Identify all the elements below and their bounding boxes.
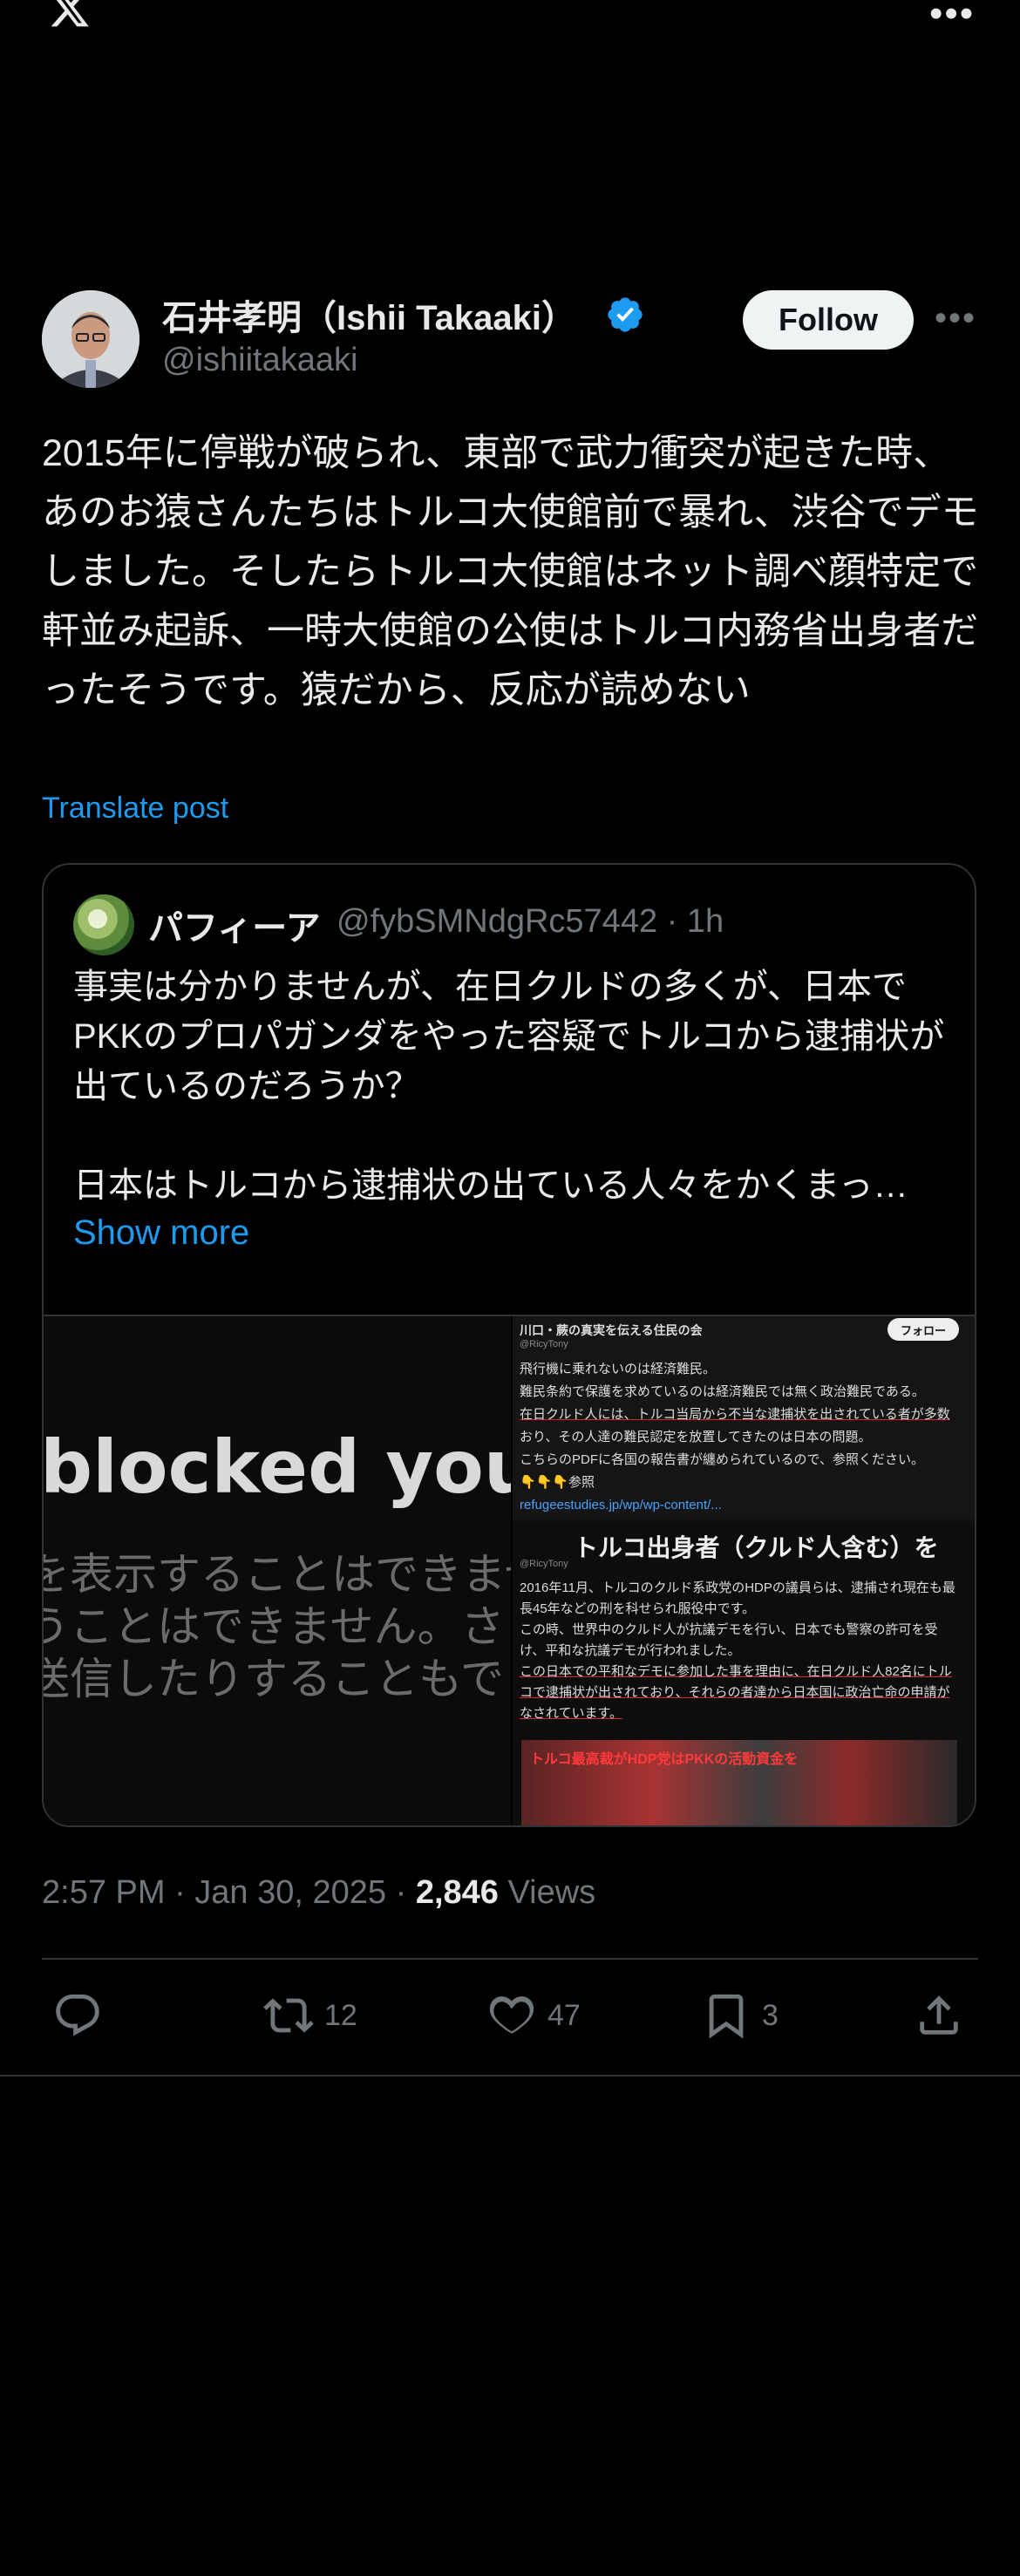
panel-line: 2016年11月、トルコのクルド系政党のHDPの議員らは、逮捕され現在も最 [520,1580,955,1595]
bookmark-icon [709,1994,744,2039]
reply-icon [56,1994,99,2036]
divider [0,2075,1020,2076]
bookmark-button[interactable]: 3 [701,1989,779,2042]
verified-badge-icon [608,297,643,332]
tweet-snapshot: 川口・蕨の真実を伝える住民の会 @RicyTony 飛行機に乗れないのは経済難民… [513,1316,975,1519]
author-handle[interactable]: @ishiitakaaki [162,342,357,379]
post-text: 2015年に停戦が破られ、東部で武力衝突が起きた時、あのお猿さんたちはトルコ大使… [42,432,979,711]
photo-caption: トルコ最高裁がHDP党はPKKの活動資金を [530,1752,799,1767]
quote-media[interactable]: blocked you を表示することはできませ うことはできません。さ 送信し… [44,1315,975,1825]
more-options-top-icon[interactable]: ••• [929,0,975,33]
panel-line: け、平和な抗議デモが行われました。 [520,1643,741,1658]
quote-avatar[interactable] [73,894,134,955]
snapshot-follow-button: フォロー [887,1318,959,1341]
snapshot-panel-handle: @RicyTony [520,1559,568,1569]
share-button[interactable] [914,1989,964,2042]
retweet-icon [263,1998,314,2033]
like-button[interactable]: 47 [486,1989,581,2042]
post-meta: 2:57 PM · Jan 30, 2025 · 2,846 Views [42,1874,595,1912]
views-label: Views [498,1874,596,1911]
panel-line: 長45年などの刑を科せられ服役中です。 [520,1601,756,1616]
heart-icon [489,1996,534,2034]
snapshot-link: refugeestudies.jp/wp/wp-content/... [520,1498,722,1512]
retweet-button[interactable]: 12 [263,1989,357,2042]
share-icon [920,1995,958,2035]
snapshot-panel-body: 2016年11月、トルコのクルド系政党のHDPの議員らは、逮捕され現在も最 長4… [520,1578,973,1724]
like-count: 47 [547,1998,581,2032]
retweet-count: 12 [324,1998,357,2032]
divider [42,1958,978,1960]
panel-line: なされています。 [520,1706,623,1721]
tweet-screenshot-image[interactable]: 川口・蕨の真実を伝える住民の会 @RicyTony 飛行機に乗れないのは経済難民… [513,1316,975,1825]
bookmark-count: 3 [762,1998,779,2032]
snapshot-panel-title: トルコ出身者（クルド人含む）を [574,1534,939,1561]
snapshot-line: 飛行機に乗れないのは経済難民。 [520,1362,717,1376]
blocked-screenshot-image[interactable]: blocked you を表示することはできませ うことはできません。さ 送信し… [44,1316,511,1825]
quote-text: 事実は分かりませんが、在日クルドの多くが、日本でPKKのプロパガンダをやった容疑… [73,968,945,1205]
views-count: 2,846 [415,1874,499,1911]
quote-author-name: パフィーア [148,909,321,948]
snapshot-line: おり、その人達の難民認定を放置してきたのは日本の問題。 [520,1430,872,1444]
x-logo-icon[interactable] [42,0,98,30]
snapshot-line: 👇👇👇参照 [520,1475,595,1490]
blocked-title: blocked you [44,1424,511,1510]
snapshot-panel-2: トルコ出身者（クルド人含む）を @RicyTony 2016年11月、トルコのク… [513,1522,975,1825]
translate-post-link[interactable]: Translate post [42,792,228,826]
panel-line: コで逮捕状が出されており、それらの者達から日本国に政治亡命の申請が [520,1685,950,1700]
blocked-line: 送信したりすることもで [44,1655,504,1703]
reply-button[interactable] [52,1989,103,2042]
panel-line: この時、世界中のクルド人が抗議デモを行い、日本でも警察の許可を受 [520,1622,938,1637]
snapshot-line: こちらのPDFに各国の報告書が纏められているので、参照ください。 [520,1452,924,1467]
snapshot-line: 難民条約で保護を求めているのは経済難民では無く政治難民である。 [520,1384,925,1399]
quote-handle-time: @fybSMNdgRc57442 · 1h [337,903,724,940]
follow-button[interactable]: Follow [743,290,914,350]
author-name[interactable]: 石井孝明（Ishii Takaaki） [162,289,576,340]
snapshot-photo: トルコ最高裁がHDP党はPKKの活動資金を [521,1740,957,1825]
post-time-date[interactable]: 2:57 PM · Jan 30, 2025 · [42,1874,416,1911]
avatar[interactable] [42,290,139,388]
snapshot-line: 在日クルド人には、トルコ当局から不当な逮捕状を出されている者が多数 [520,1407,950,1422]
show-more-link[interactable]: Show more [73,1213,249,1253]
quoted-post[interactable]: パフィーア @fybSMNdgRc57442 · 1h 事実は分かりませんが、在… [42,863,976,1827]
more-options-icon[interactable]: ••• [935,299,976,338]
panel-line: この日本での平和なデモに参加した事を理由に、在日クルド人82名にトル [520,1664,952,1679]
